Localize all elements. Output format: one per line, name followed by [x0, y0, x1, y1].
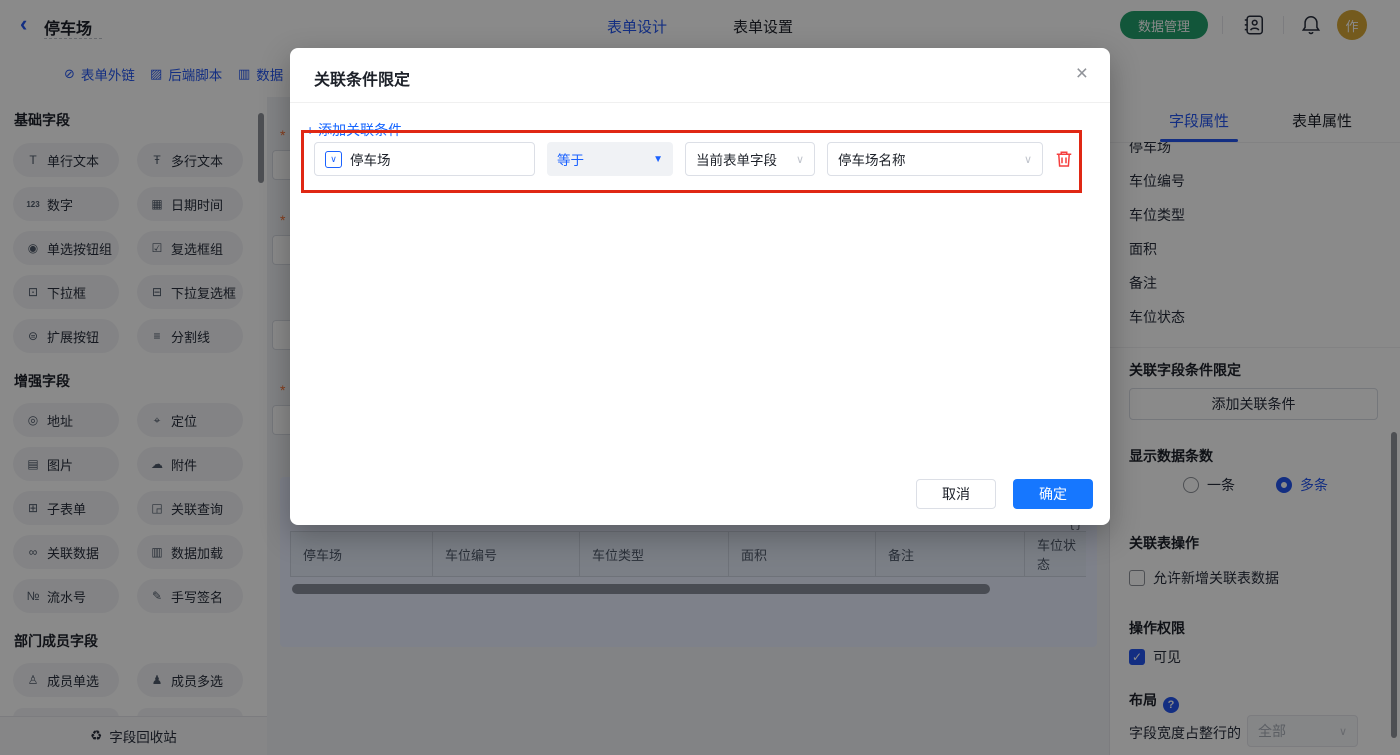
condition-scope-value: 当前表单字段	[696, 149, 777, 169]
caret-down-icon: ▼	[653, 154, 663, 165]
chevron-down-icon: ∨	[1024, 153, 1032, 166]
assoc-condition-modal: 关联条件限定 × + 添加关联条件 ∨ 停车场 等于 ▼ 当前表单字段 ∨ 停车…	[290, 48, 1110, 525]
chevron-down-icon: ∨	[796, 153, 804, 166]
confirm-button[interactable]: 确定	[1013, 479, 1093, 509]
modal-title: 关联条件限定	[314, 66, 410, 90]
condition-operator-value: 等于	[557, 149, 584, 169]
add-condition-link[interactable]: + 添加关联条件	[306, 120, 402, 140]
delete-condition-icon[interactable]	[1054, 149, 1074, 169]
modal-header: 关联条件限定 ×	[290, 48, 1110, 103]
condition-operator-select[interactable]: 等于 ▼	[547, 142, 673, 176]
condition-value-value: 停车场名称	[838, 149, 906, 169]
condition-scope-select[interactable]: 当前表单字段 ∨	[685, 142, 815, 176]
app: ‹ 停车场 表单设计 表单设置 数据管理 作 ⊘ 表单外链 ▨	[0, 0, 1400, 755]
condition-field-select[interactable]: ∨ 停车场	[314, 142, 535, 176]
cancel-button[interactable]: 取消	[916, 479, 996, 509]
select-field-icon: ∨	[325, 151, 342, 168]
condition-value-select[interactable]: 停车场名称 ∨	[827, 142, 1043, 176]
close-icon[interactable]: ×	[1076, 62, 1088, 86]
condition-field-value: 停车场	[350, 149, 391, 169]
